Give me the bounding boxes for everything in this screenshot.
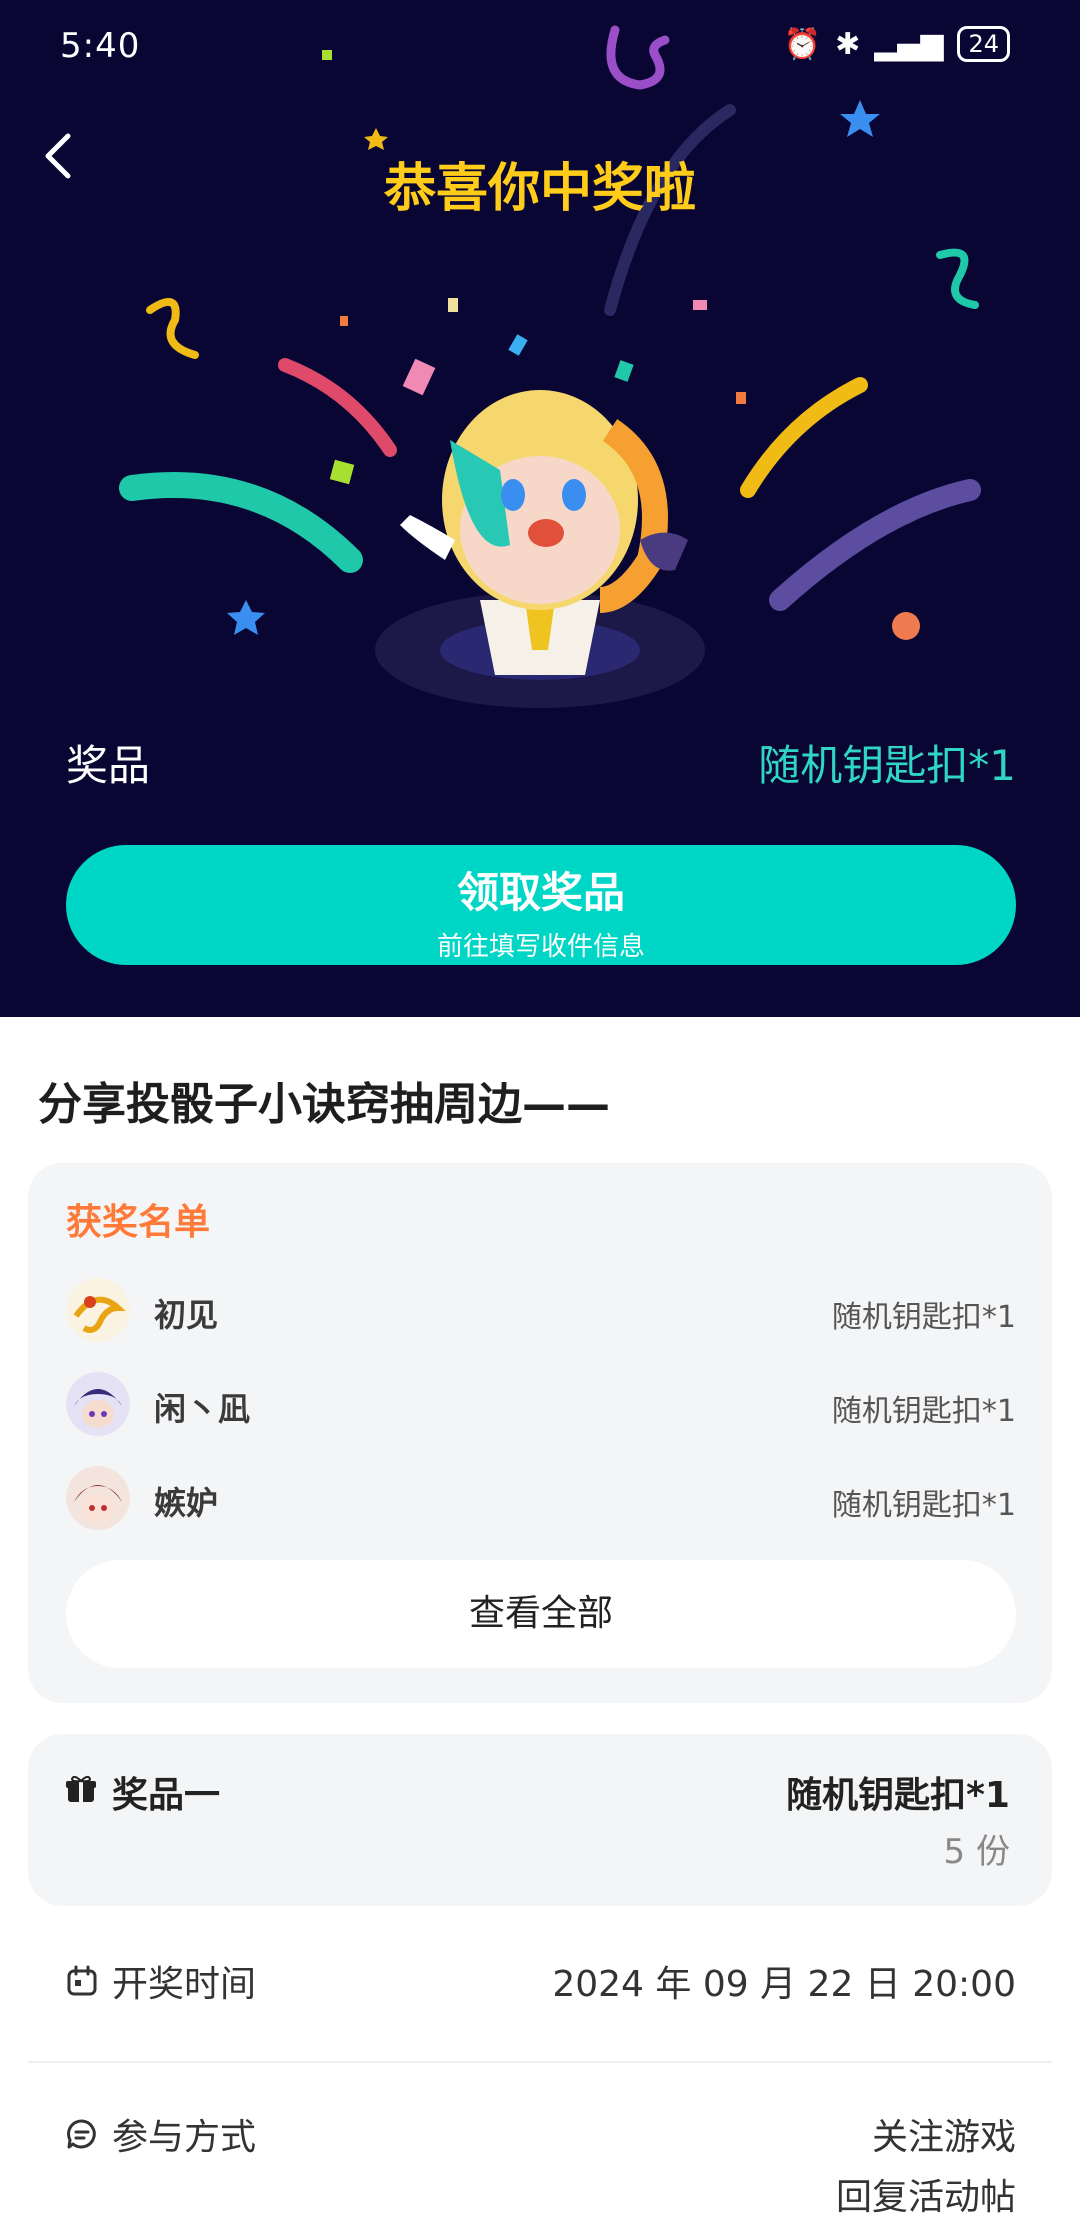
winner-name: 闲丶凪 [154, 1390, 251, 1428]
winner-prize: 随机钥匙扣*1 [831, 1300, 1016, 1335]
view-all-button[interactable]: 查看全部 [66, 1560, 1016, 1668]
prize-item-value: 随机钥匙扣*1 [786, 1775, 1010, 1816]
winner-row[interactable]: 闲丶凪 随机钥匙扣*1 [66, 1372, 1016, 1442]
winners-heading: 获奖名单 [66, 1202, 211, 1243]
avatar [66, 1372, 130, 1436]
winner-prize: 随机钥匙扣*1 [831, 1488, 1016, 1523]
avatar [66, 1466, 130, 1530]
participation-method-follow: 关注游戏 [871, 2117, 1016, 2158]
hero-title: 恭喜你中奖啦 [383, 159, 696, 219]
claim-button-sublabel: 前往填写收件信息 [436, 932, 645, 962]
gift-icon [66, 1775, 96, 1802]
hero-banner: 5:40 ⏰ ✱ ▂▄▆ 24 恭喜你中奖啦 奖品 随机钥匙扣*1 领取奖品 前… [0, 0, 1080, 1017]
divider [28, 2061, 1052, 2063]
draw-time-row: 开奖时间 2024 年 09 月 22 日 20:00 [66, 1955, 1016, 2015]
chat-bubble-icon [67, 2119, 96, 2149]
draw-time-value: 2024 年 09 月 22 日 20:00 [552, 1964, 1016, 2005]
prize-item-label: 奖品一 [112, 1775, 221, 1816]
participation-method-reply: 回复活动帖 [835, 2177, 1016, 2218]
prize-item-count: 5 份 [943, 1832, 1010, 1872]
prize-label: 奖品 [66, 741, 151, 790]
winners-card: 获奖名单 初见 随机钥匙扣*1 闲丶凪 随机钥匙扣*1 嫉妒 随机钥匙扣*1 查… [28, 1163, 1052, 1703]
prize-value: 随机钥匙扣*1 [758, 741, 1016, 790]
claim-button-label: 领取奖品 [456, 868, 625, 917]
draw-time-label: 开奖时间 [112, 1964, 257, 2005]
claim-prize-button[interactable]: 领取奖品 前往填写收件信息 [66, 845, 1016, 965]
winner-prize: 随机钥匙扣*1 [831, 1394, 1016, 1429]
celebration-illustration [119, 25, 981, 708]
winner-name: 嫉妒 [154, 1484, 219, 1522]
prize-card: 奖品一 随机钥匙扣*1 5 份 [28, 1734, 1052, 1906]
participation-label: 参与方式 [112, 2117, 257, 2158]
calendar-icon [67, 1965, 97, 1996]
winner-row[interactable]: 初见 随机钥匙扣*1 [66, 1278, 1016, 1348]
avatar [66, 1278, 130, 1342]
event-title: 分享投骰子小诀窍抽周边—— [38, 1079, 610, 1130]
winner-name: 初见 [154, 1296, 219, 1334]
winner-row[interactable]: 嫉妒 随机钥匙扣*1 [66, 1466, 1016, 1536]
participation-row: 参与方式 关注游戏 回复活动帖 [66, 2108, 1016, 2218]
